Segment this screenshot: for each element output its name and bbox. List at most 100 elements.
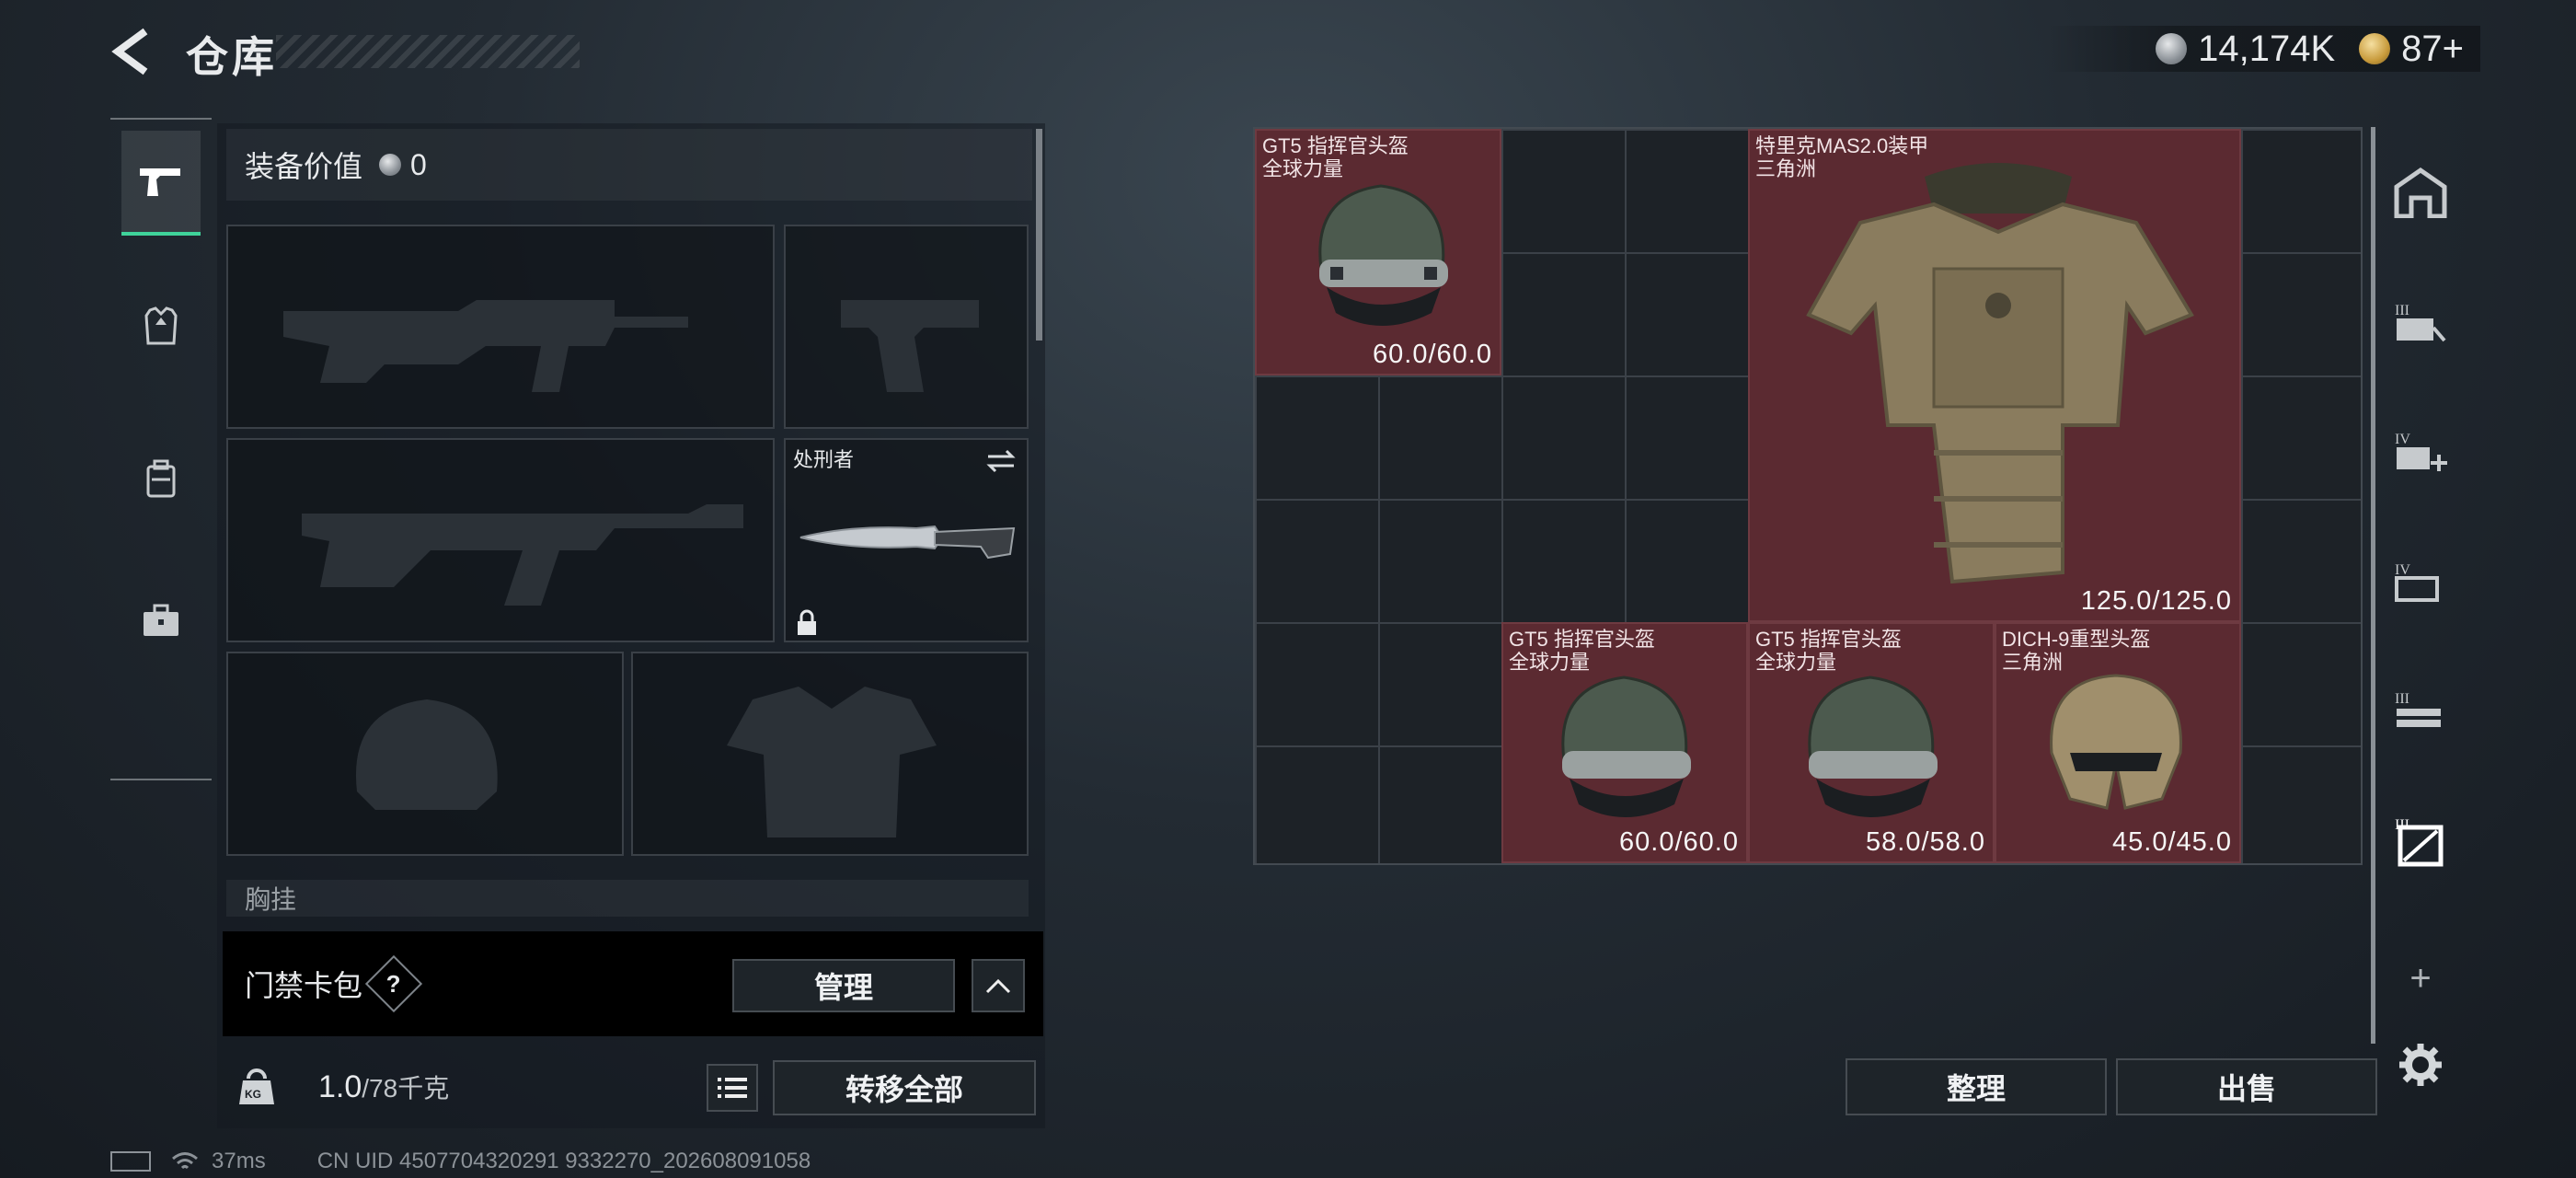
stash-item-armor[interactable]: 特里克MAS2.0装甲 三角洲 125.0/125.0 (1748, 129, 2241, 622)
weight-icon-text: KG (245, 1088, 261, 1101)
helmet-slot[interactable] (226, 652, 624, 856)
melee-slot[interactable]: 处刑者 (784, 438, 1029, 642)
rifle-silhouette-icon (283, 300, 688, 392)
item-name: 特里克MAS2.0装甲 (1755, 134, 1929, 157)
stash-tab-icon: III (2395, 303, 2446, 342)
category-tabs (110, 118, 212, 780)
stash-page-6[interactable]: III (2388, 679, 2453, 744)
item-name: GT5 指挥官头盔 (1509, 628, 1655, 651)
vest-silhouette-icon (727, 687, 937, 837)
sort-button[interactable]: 整理 (1846, 1058, 2107, 1115)
stash-actions: 整理 出售 (1253, 1044, 2466, 1128)
helmet-silhouette-icon (355, 699, 498, 810)
premium-coin-icon (2359, 33, 2391, 64)
tab-weapons[interactable] (121, 131, 201, 236)
backpack-icon (146, 459, 176, 498)
sidearm-slot[interactable] (784, 225, 1029, 429)
item-durability: 60.0/60.0 (1373, 340, 1492, 369)
stash-item-helmet[interactable]: GT5 指挥官头盔 全球力量 60.0/60.0 (1255, 129, 1501, 375)
weight-current: 1.0 (318, 1068, 362, 1104)
svg-text:III: III (2395, 691, 2409, 707)
stash-rack-icon: III (2395, 691, 2441, 727)
help-icon[interactable]: ? (364, 954, 423, 1013)
armor-vest-icon (1806, 163, 2194, 584)
knife-icon (799, 525, 1016, 560)
stash-tab-add-icon: IV (2395, 432, 2447, 471)
uid-readout: CN UID 4507704320291 9332270_20260809105… (316, 1149, 811, 1173)
stash-item-heavy-helmet[interactable]: DICH-9重型头盔 三角洲 45.0/45.0 (1995, 622, 2241, 863)
knife-name: 处刑者 (793, 448, 855, 471)
stash-house-icon (2394, 167, 2447, 218)
stash-page-5[interactable]: IV (2388, 550, 2453, 615)
wifi-icon (172, 1152, 198, 1170)
stash-page-7[interactable]: III (2388, 810, 2453, 874)
svg-text:III: III (2395, 303, 2409, 318)
svg-text:IV: IV (2395, 562, 2410, 578)
stash-item-helmet[interactable]: GT5 指挥官头盔 全球力量 60.0/60.0 (1501, 622, 1748, 863)
chest-rig-row[interactable]: 胸挂 (226, 880, 1029, 917)
item-tag: 全球力量 (1755, 651, 1837, 674)
coin-icon (2156, 33, 2188, 64)
helmet-icon (1318, 184, 1448, 326)
add-stash-page-button[interactable]: + (2388, 946, 2453, 1011)
manage-button[interactable]: 管理 (732, 959, 955, 1012)
item-name: GT5 指挥官头盔 (1755, 628, 1902, 651)
sell-button[interactable]: 出售 (2116, 1058, 2377, 1115)
item-name: DICH-9重型头盔 (2002, 628, 2151, 651)
status-bar: 37ms CN UID 4507704320291 9332270_202608… (110, 1149, 811, 1174)
equipment-value-label: 装备价值 (245, 150, 363, 183)
rifle-silhouette-icon (302, 504, 743, 606)
kettlebell-icon (239, 1068, 274, 1104)
coin-icon (379, 154, 402, 176)
item-tag: 三角洲 (1755, 157, 1817, 180)
heavy-helmet-icon (2050, 674, 2182, 810)
list-view-button[interactable] (707, 1064, 758, 1112)
stash-folder-icon: IV (2395, 562, 2439, 602)
weight-max: /78千克 (362, 1074, 450, 1103)
weight-bar: KG 1.0 /78千克 转移全部 (217, 1045, 1045, 1128)
pistol-icon (140, 168, 180, 196)
back-button[interactable] (109, 26, 160, 77)
help-glyph: ? (386, 969, 401, 998)
stash-page-3[interactable]: III (2388, 291, 2453, 355)
keycase-label: 门禁卡包 (245, 969, 363, 1002)
briefcase-icon (144, 604, 178, 636)
stash-scrollbar[interactable] (2371, 127, 2375, 1044)
item-durability: 60.0/60.0 (1619, 827, 1739, 857)
stash-page-main[interactable] (2388, 160, 2453, 225)
transfer-all-button[interactable]: 转移全部 (773, 1060, 1036, 1115)
stash-item-helmet[interactable]: GT5 指挥官头盔 全球力量 58.0/58.0 (1748, 622, 1995, 863)
secondary-weapon-slot[interactable] (226, 438, 775, 642)
tab-backpack[interactable] (121, 429, 201, 530)
item-durability: 125.0/125.0 (2080, 586, 2232, 616)
equipment-value-bar: 装备价值 0 (226, 129, 1032, 201)
loadout-scrollbar[interactable] (1036, 129, 1042, 341)
ping-readout: 37ms (212, 1149, 266, 1173)
premium-amount: 87+ (2401, 28, 2464, 69)
chest-rig-label: 胸挂 (245, 885, 297, 914)
primary-weapon-slot[interactable] (226, 225, 775, 429)
item-tag: 全球力量 (1262, 157, 1344, 180)
body-armor-slot[interactable] (631, 652, 1029, 856)
stash-crate-icon: III (2395, 817, 2444, 867)
helmet-icon (1561, 676, 1691, 817)
collapse-button[interactable] (972, 959, 1025, 1012)
item-durability: 58.0/58.0 (1866, 827, 1985, 857)
item-tag: 全球力量 (1509, 651, 1591, 674)
page-title: 仓库 (186, 33, 278, 81)
tab-case[interactable] (121, 571, 201, 672)
swap-icon[interactable] (984, 447, 1018, 475)
weight-icon: KG (236, 1066, 278, 1108)
item-tag: 三角洲 (2002, 651, 2064, 674)
svg-text:IV: IV (2395, 432, 2410, 447)
tab-armor[interactable] (121, 276, 201, 377)
list-icon (718, 1078, 747, 1098)
item-durability: 45.0/45.0 (2112, 827, 2232, 857)
arrow-left-icon (111, 28, 148, 75)
stash-page-4[interactable]: IV (2388, 420, 2453, 484)
currency-amount: 14,174K (2198, 28, 2336, 69)
lock-icon (798, 609, 816, 635)
equipment-value: 0 (410, 147, 427, 181)
helmet-icon (1808, 676, 1938, 817)
chevron-up-icon (985, 978, 1011, 994)
